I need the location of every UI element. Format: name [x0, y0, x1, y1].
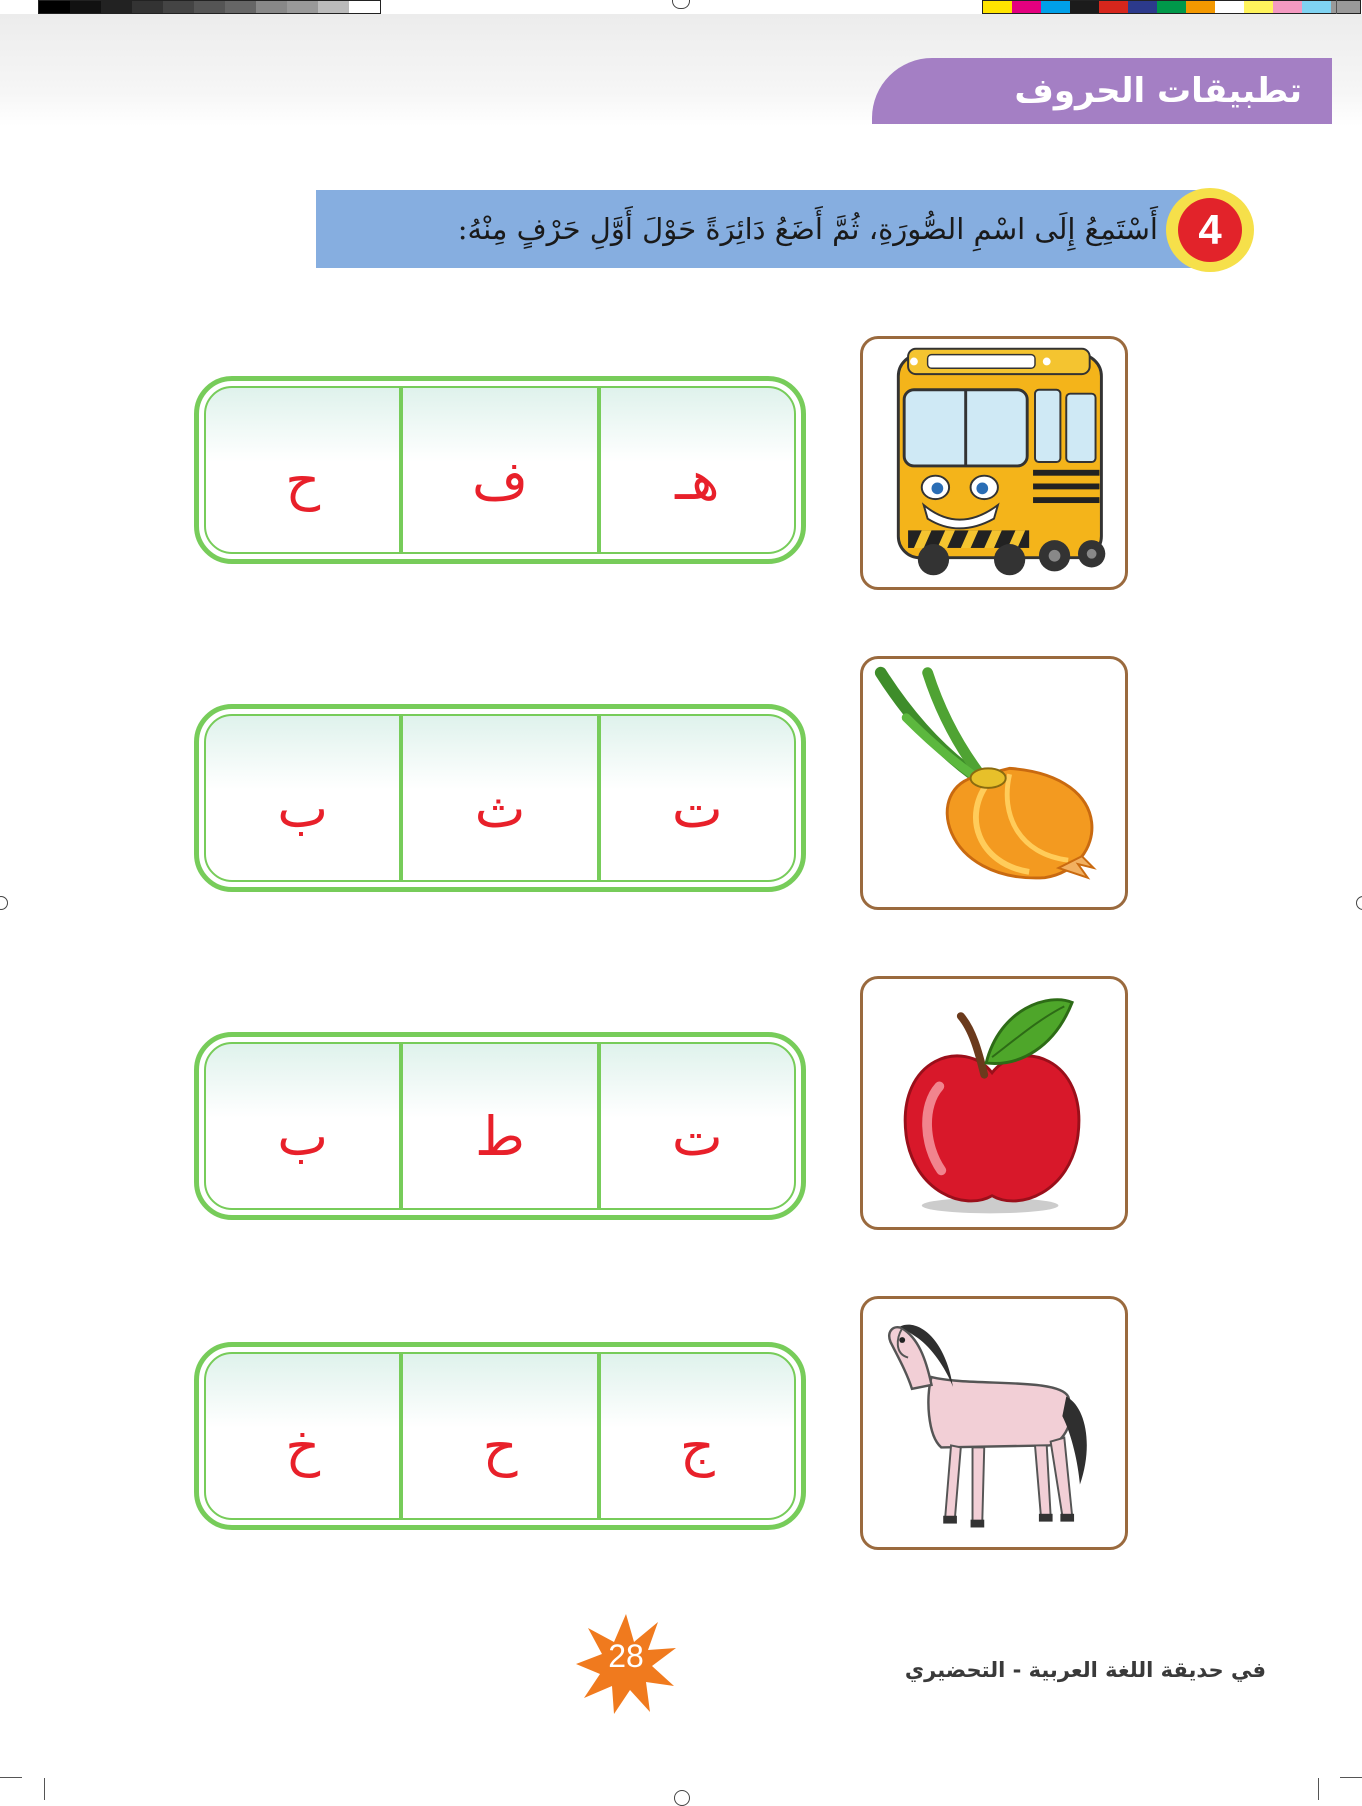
- color-calibration-strip: [982, 0, 1361, 14]
- letter-choice-box: ب ط ت: [194, 1032, 806, 1220]
- letter-choice-box: ب ث ت: [194, 704, 806, 892]
- crop-mark: [0, 1777, 22, 1778]
- letter-option[interactable]: ج: [596, 1354, 794, 1518]
- crop-mark: [44, 1778, 45, 1800]
- onion-picture: [874, 666, 1097, 880]
- letter-option[interactable]: ت: [596, 716, 794, 880]
- bus-picture-card: [860, 336, 1128, 590]
- print-marks: [0, 0, 1362, 14]
- letter-choice-box: خ ح ج: [194, 1342, 806, 1530]
- horse-picture-card: [860, 1296, 1128, 1550]
- exercise-row-horse: خ ح ج: [0, 1296, 1362, 1556]
- letter-option[interactable]: ت: [596, 1044, 794, 1208]
- letter-option[interactable]: ح: [206, 388, 399, 552]
- letter-option[interactable]: ط: [399, 1044, 596, 1208]
- crop-mark: [1336, 0, 1337, 14]
- page-number: 28: [608, 1638, 644, 1674]
- onion-picture-card: [860, 656, 1128, 910]
- exercise-number: 4: [1178, 198, 1242, 262]
- section-title-tab: تطبيقات الحروف: [872, 58, 1332, 124]
- registration-mark-bottom: [674, 1790, 690, 1806]
- crop-mark: [1340, 1777, 1362, 1778]
- exercise-row-bus: ح ف هـ: [0, 334, 1362, 594]
- instruction-text: أَسْتَمِعُ إِلَى اسْمِ الصُّورَةِ، ثُمَّ…: [457, 212, 1158, 246]
- letter-option[interactable]: هـ: [596, 388, 794, 552]
- letter-choice-box: ح ف هـ: [194, 376, 806, 564]
- instruction-bar: أَسْتَمِعُ إِلَى اسْمِ الصُّورَةِ، ثُمَّ…: [316, 190, 1206, 268]
- letter-option[interactable]: خ: [206, 1354, 399, 1518]
- book-title: في حديقة اللغة العربية - التحضيري: [904, 1658, 1266, 1682]
- letter-option[interactable]: ف: [399, 388, 596, 552]
- letter-option[interactable]: ث: [399, 716, 596, 880]
- section-title: تطبيقات الحروف: [1014, 71, 1302, 111]
- bus-picture: [896, 347, 1106, 576]
- letter-option[interactable]: ب: [206, 1044, 399, 1208]
- apple-picture-card: [860, 976, 1128, 1230]
- exercise-number-badge: 4: [1166, 188, 1254, 272]
- apple-picture: [903, 998, 1081, 1214]
- crop-mark: [1318, 1778, 1319, 1800]
- letter-option[interactable]: ح: [399, 1354, 596, 1518]
- exercise-row-onion: ب ث ت: [0, 656, 1362, 916]
- exercise-row-apple: ب ط ت: [0, 976, 1362, 1236]
- letter-option[interactable]: ب: [206, 716, 399, 880]
- grayscale-calibration-strip: [38, 0, 381, 14]
- registration-mark: [672, 0, 690, 9]
- horse-picture: [888, 1324, 1087, 1528]
